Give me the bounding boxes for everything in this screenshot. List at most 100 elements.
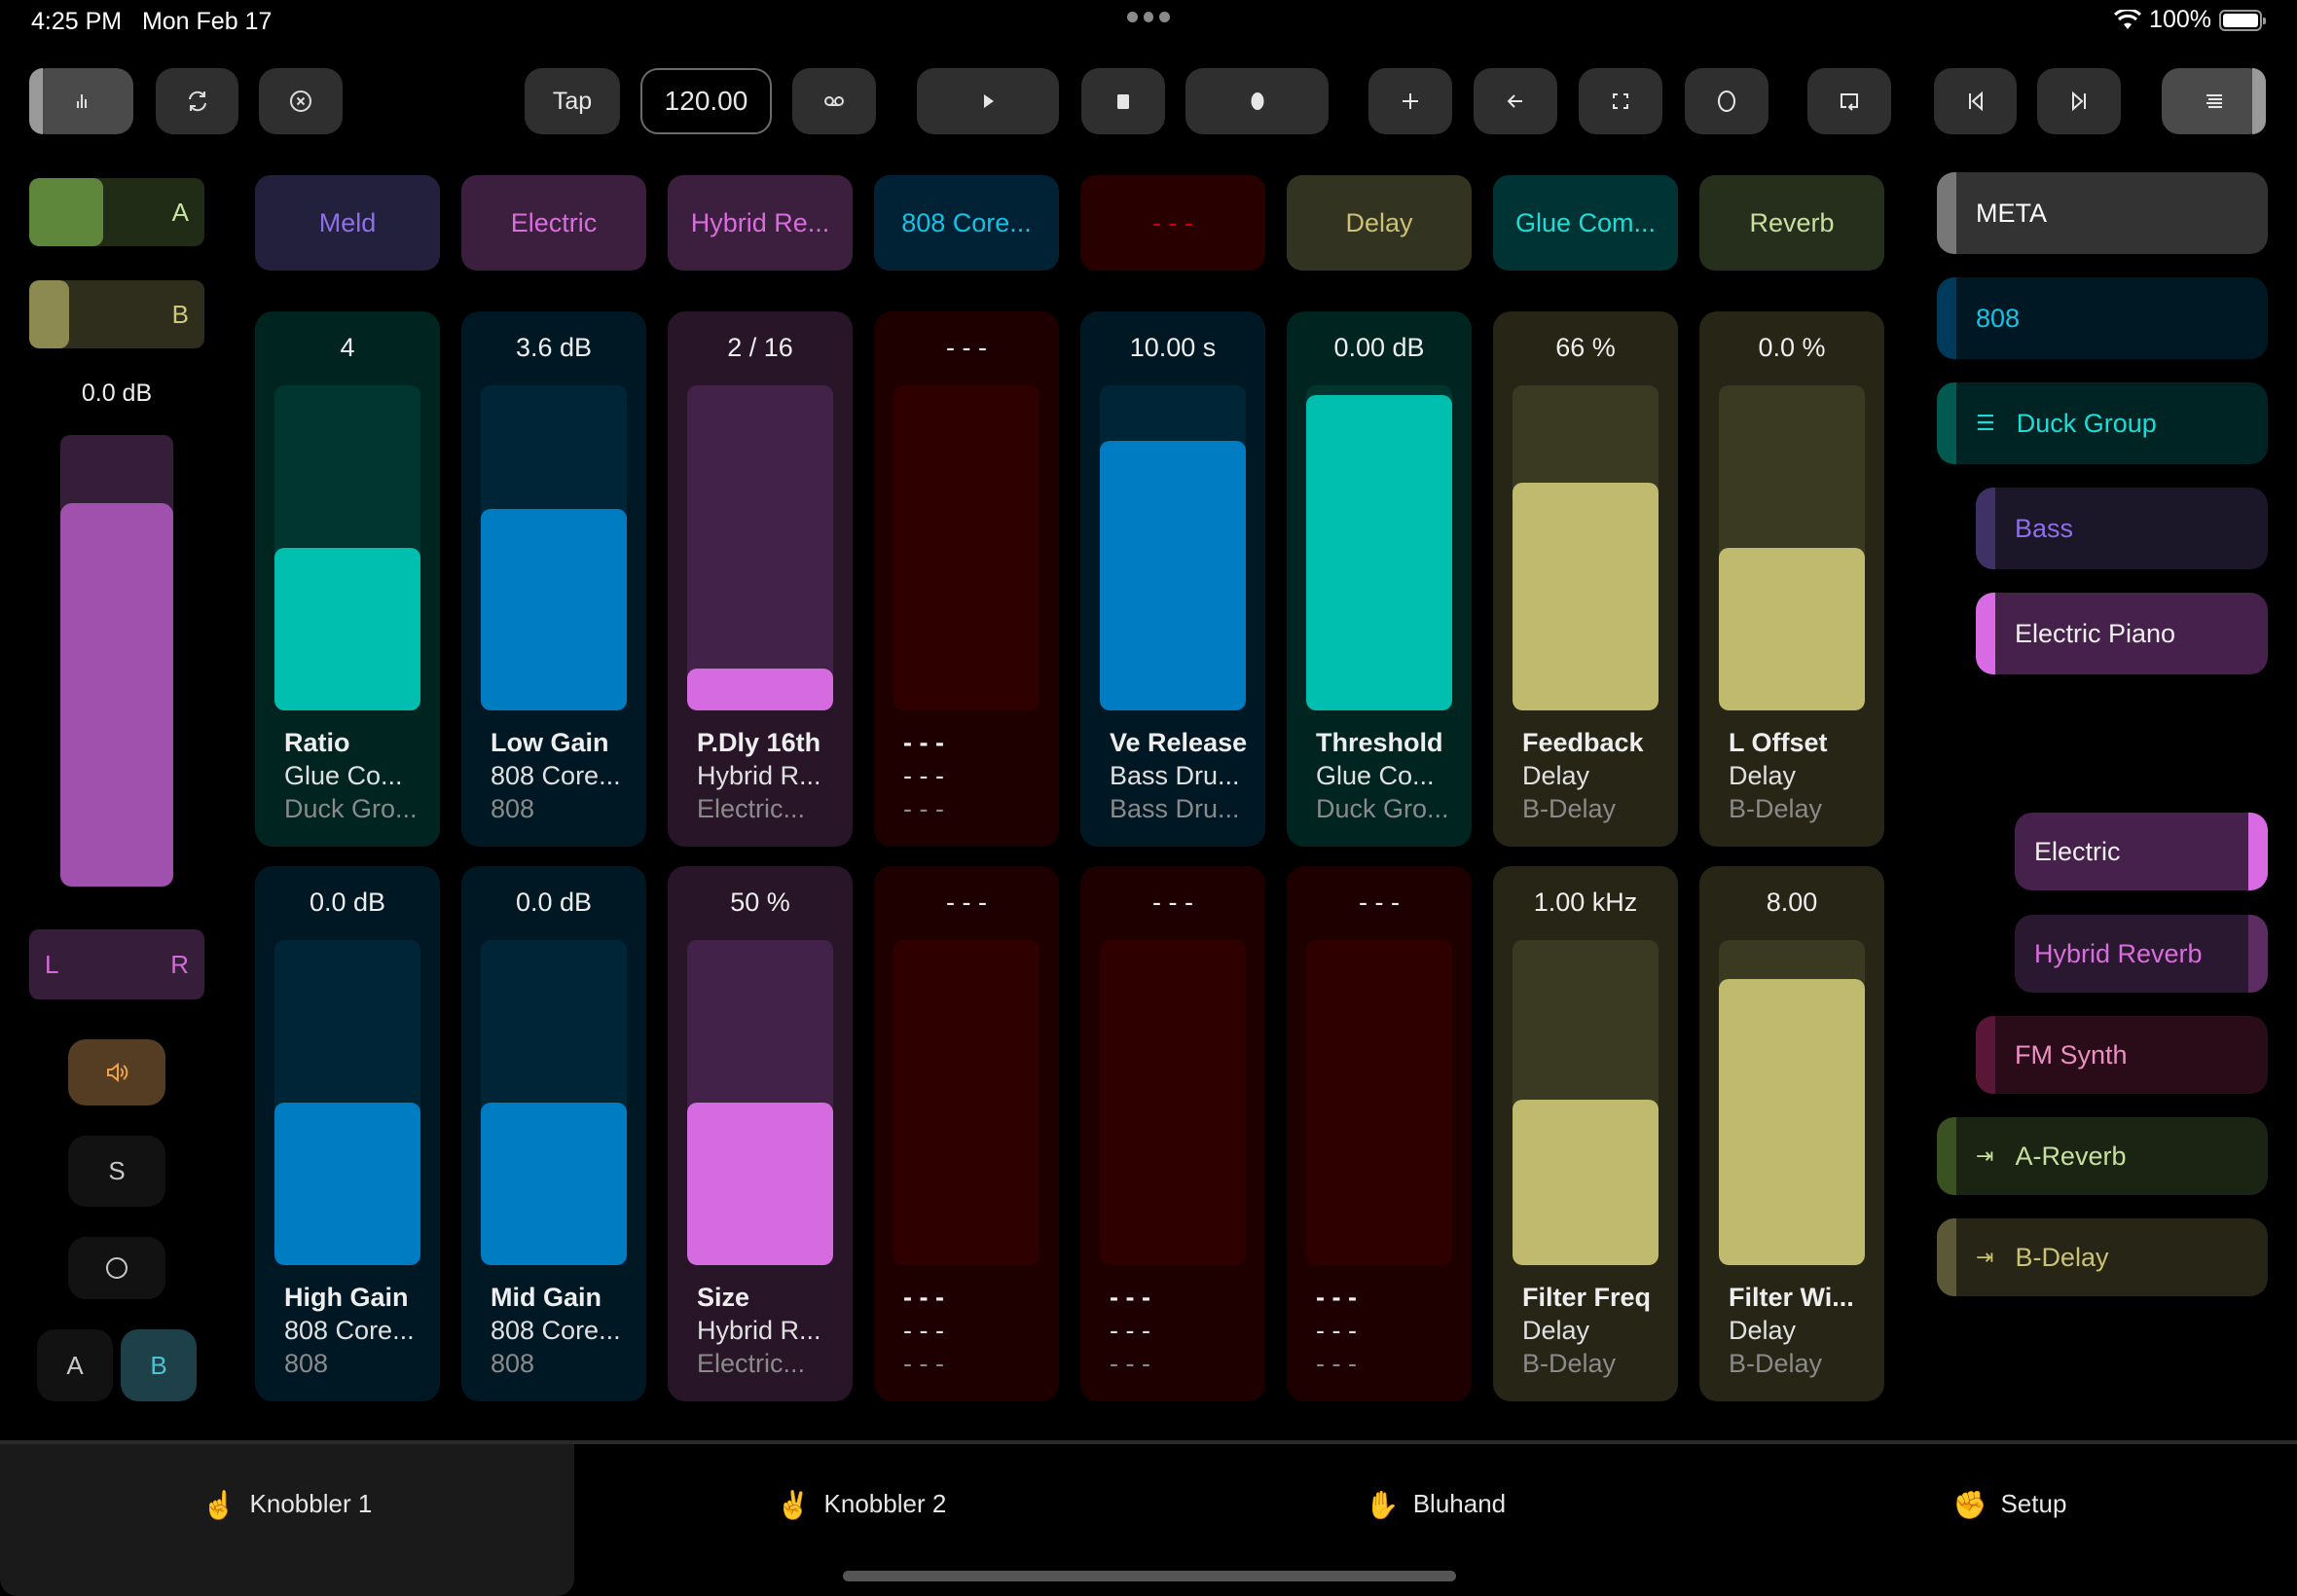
device-chip[interactable]: Hybrid Re... bbox=[668, 175, 853, 271]
device-chip[interactable]: Meld bbox=[255, 175, 440, 271]
fader-parameter-name: P.Dly 16th bbox=[697, 728, 821, 757]
play-button[interactable] bbox=[917, 68, 1059, 134]
send-b-slider[interactable]: B bbox=[29, 280, 204, 348]
fader-fill bbox=[481, 509, 627, 710]
mixer-button[interactable] bbox=[29, 68, 133, 134]
battery-percent: 100% bbox=[2149, 6, 2211, 33]
parameter-fader[interactable]: 0.00 dB Threshold Glue Co... Duck Gro... bbox=[1287, 311, 1472, 847]
fader-value: 0.0 dB bbox=[309, 888, 386, 917]
parameter-fader[interactable]: 66 % Feedback Delay B-Delay bbox=[1493, 311, 1678, 847]
device-chip[interactable]: Delay bbox=[1287, 175, 1472, 271]
fader-track-name: Duck Gro... bbox=[1316, 794, 1449, 823]
fader-track[interactable] bbox=[1719, 385, 1865, 710]
tap-tempo-button[interactable]: Tap bbox=[525, 68, 620, 134]
circle-button[interactable] bbox=[1685, 68, 1768, 134]
crossfade-b-button[interactable]: B bbox=[121, 1329, 197, 1401]
arm-button[interactable] bbox=[68, 1237, 165, 1299]
speaker-icon bbox=[107, 1062, 128, 1083]
clear-button[interactable] bbox=[259, 68, 343, 134]
fader-track[interactable] bbox=[687, 940, 833, 1265]
fader-track[interactable] bbox=[481, 940, 627, 1265]
next-button[interactable] bbox=[2037, 68, 2121, 134]
record-button[interactable] bbox=[1185, 68, 1329, 134]
fader-track-name: Bass Dru... bbox=[1110, 794, 1240, 823]
parameter-fader[interactable]: 0.0 dB High Gain 808 Core... 808 bbox=[255, 866, 440, 1401]
parameter-fader[interactable]: 0.0 % L Offset Delay B-Delay bbox=[1699, 311, 1884, 847]
fader-track[interactable] bbox=[1306, 940, 1452, 1265]
parameter-fader[interactable]: 2 / 16 P.Dly 16th Hybrid R... Electric... bbox=[668, 311, 853, 847]
menu-button[interactable] bbox=[2162, 68, 2266, 134]
fader-value: - - - bbox=[946, 333, 987, 362]
parameter-fader[interactable]: 1.00 kHz Filter Freq Delay B-Delay bbox=[1493, 866, 1678, 1401]
parameter-fader[interactable]: 10.00 s Ve Release Bass Dru... Bass Dru... bbox=[1080, 311, 1265, 847]
fader-device-name: - - - bbox=[903, 761, 944, 790]
fader-value: 1.00 kHz bbox=[1533, 888, 1638, 917]
back-button[interactable] bbox=[1474, 68, 1557, 134]
track-list-item[interactable]: Hybrid Reverb bbox=[2015, 915, 2268, 993]
track-list-item[interactable]: Bass bbox=[1976, 488, 2268, 569]
fader-track[interactable] bbox=[1719, 940, 1865, 1265]
fader-track[interactable] bbox=[1306, 385, 1452, 710]
refresh-button[interactable] bbox=[156, 68, 238, 134]
stop-button[interactable] bbox=[1081, 68, 1165, 134]
fader-fill bbox=[1513, 1100, 1659, 1265]
pan-slider[interactable]: L R bbox=[29, 929, 204, 999]
fader-track[interactable] bbox=[1513, 940, 1659, 1265]
fader-parameter-name: Filter Wi... bbox=[1729, 1283, 1854, 1312]
fader-track[interactable] bbox=[274, 385, 420, 710]
track-list-item[interactable]: Electric Piano bbox=[1976, 593, 2268, 674]
fullscreen-button[interactable] bbox=[1579, 68, 1662, 134]
parameter-fader[interactable]: - - - - - - - - - - - - bbox=[1287, 866, 1472, 1401]
previous-button[interactable] bbox=[1934, 68, 2017, 134]
tab-knobbler-1[interactable]: ☝️ Knobbler 1 bbox=[0, 1444, 574, 1596]
track-color-strip bbox=[2248, 915, 2268, 993]
track-list-item[interactable]: ⇥ A-Reverb bbox=[1937, 1117, 2268, 1195]
add-button[interactable] bbox=[1368, 68, 1452, 134]
stop-icon bbox=[1117, 94, 1129, 109]
parameter-fader[interactable]: - - - - - - - - - - - - bbox=[874, 311, 1059, 847]
fader-parameter-name: Mid Gain bbox=[491, 1283, 602, 1312]
tab-label: Setup bbox=[2000, 1489, 2067, 1518]
track-list-item[interactable]: ⇥ B-Delay bbox=[1937, 1218, 2268, 1296]
device-chip[interactable]: Glue Com... bbox=[1493, 175, 1678, 271]
solo-button[interactable]: S bbox=[68, 1136, 165, 1207]
track-list-item[interactable]: FM Synth bbox=[1976, 1016, 2268, 1094]
fader-parameter-name: Low Gain bbox=[491, 728, 609, 757]
track-list-item[interactable]: 808 bbox=[1937, 277, 2268, 359]
tab-setup[interactable]: ✊ Setup bbox=[1723, 1444, 2297, 1596]
fader-track[interactable] bbox=[1100, 385, 1246, 710]
parameter-fader[interactable]: 50 % Size Hybrid R... Electric... bbox=[668, 866, 853, 1401]
fader-track[interactable] bbox=[274, 940, 420, 1265]
volume-fader[interactable] bbox=[60, 435, 173, 887]
fader-fill bbox=[1513, 483, 1659, 710]
fader-track[interactable] bbox=[687, 385, 833, 710]
tempo-field[interactable]: 120.00 bbox=[640, 68, 772, 134]
fader-track[interactable] bbox=[893, 940, 1039, 1265]
parameter-fader[interactable]: 8.00 Filter Wi... Delay B-Delay bbox=[1699, 866, 1884, 1401]
device-chip[interactable]: Electric bbox=[461, 175, 646, 271]
mute-button[interactable] bbox=[68, 1039, 165, 1106]
multitasking-dots[interactable] bbox=[1127, 12, 1171, 25]
fader-track[interactable] bbox=[1513, 385, 1659, 710]
device-chip[interactable]: Reverb bbox=[1699, 175, 1884, 271]
fader-track[interactable] bbox=[893, 385, 1039, 710]
track-list-item[interactable]: Electric bbox=[2015, 813, 2268, 890]
tape-button[interactable] bbox=[792, 68, 876, 134]
parameter-fader[interactable]: 4 Ratio Glue Co... Duck Gro... bbox=[255, 311, 440, 847]
track-list-item[interactable]: META bbox=[1937, 172, 2268, 254]
home-indicator[interactable] bbox=[843, 1571, 1456, 1581]
fader-track[interactable] bbox=[481, 385, 627, 710]
device-chip[interactable]: - - - bbox=[1080, 175, 1265, 271]
crossfade-a-button[interactable]: A bbox=[37, 1329, 113, 1401]
parameter-fader[interactable]: - - - - - - - - - - - - bbox=[1080, 866, 1265, 1401]
fader-value: - - - bbox=[1152, 888, 1193, 917]
device-chip[interactable]: 808 Core... bbox=[874, 175, 1059, 271]
fader-device-name: Bass Dru... bbox=[1110, 761, 1240, 790]
parameter-fader[interactable]: 0.0 dB Mid Gain 808 Core... 808 bbox=[461, 866, 646, 1401]
parameter-fader[interactable]: 3.6 dB Low Gain 808 Core... 808 bbox=[461, 311, 646, 847]
track-list-item[interactable]: ☰ Duck Group bbox=[1937, 382, 2268, 464]
loop-button[interactable] bbox=[1807, 68, 1891, 134]
fader-track[interactable] bbox=[1100, 940, 1246, 1265]
send-a-slider[interactable]: A bbox=[29, 178, 204, 246]
parameter-fader[interactable]: - - - - - - - - - - - - bbox=[874, 866, 1059, 1401]
